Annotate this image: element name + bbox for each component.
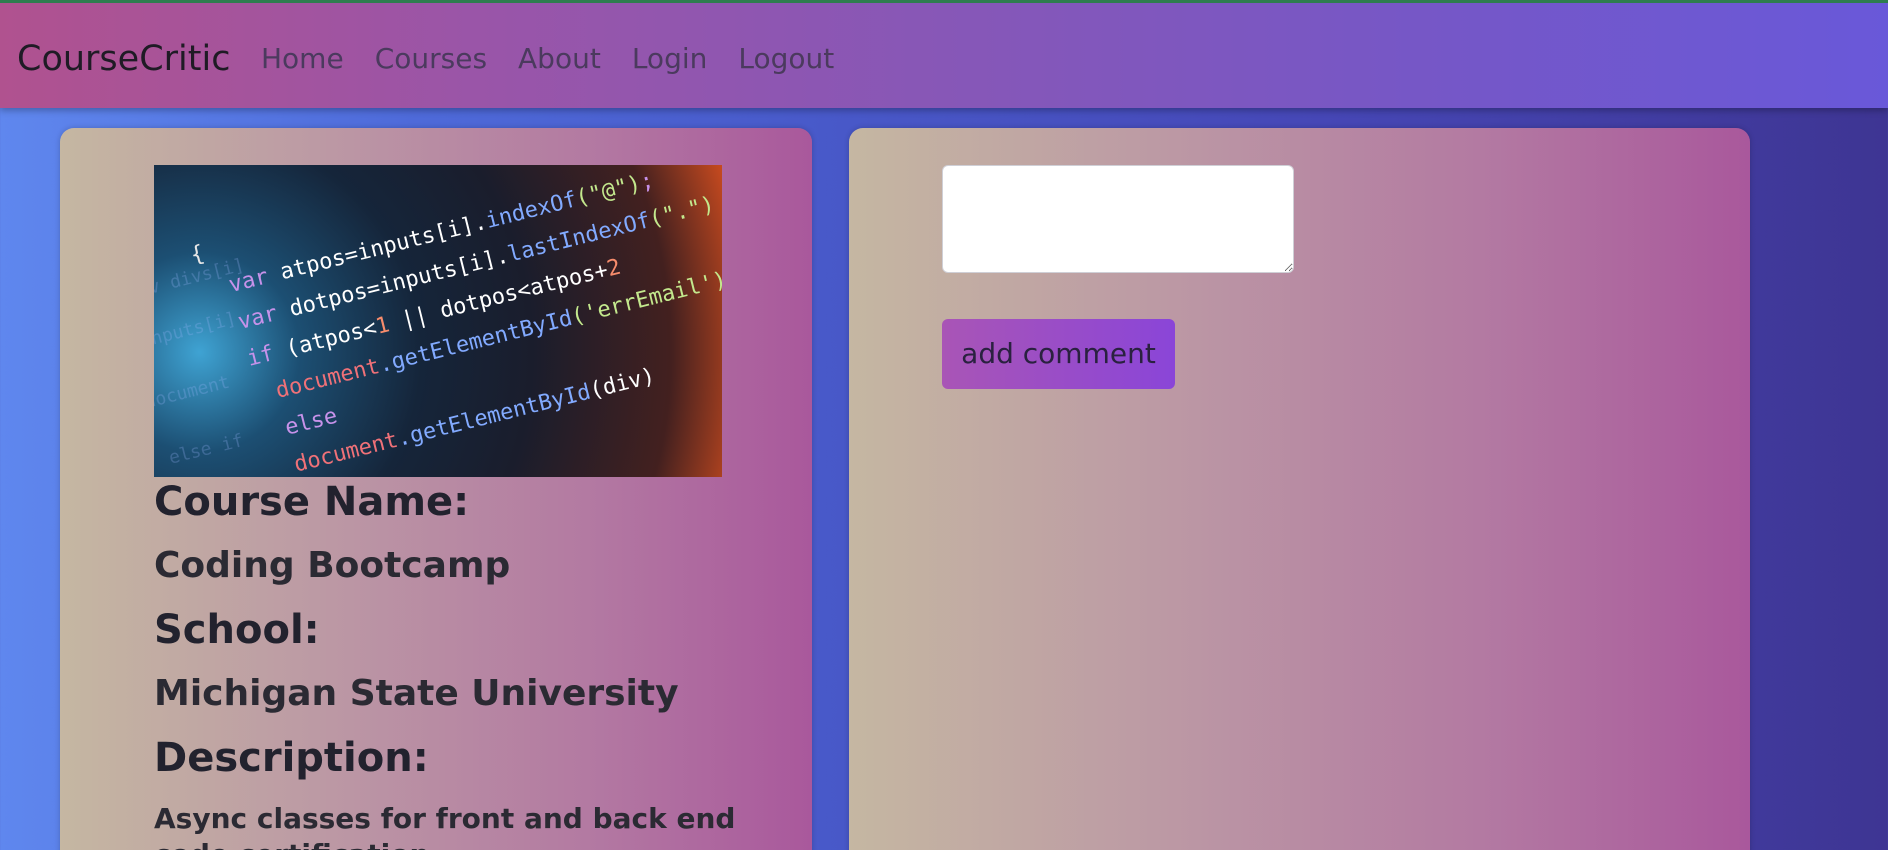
nav-link-home[interactable]: Home <box>261 41 344 77</box>
description-value: Async classes for front and back end cod… <box>154 802 736 850</box>
navbar: CourseCritic Home Courses About Login Lo… <box>0 0 1888 108</box>
svg-text:(inputs[i]: (inputs[i] <box>154 308 238 355</box>
nav-link-login[interactable]: Login <box>632 41 708 77</box>
comment-card: add comment <box>849 128 1750 850</box>
svg-text:document: document <box>154 372 232 413</box>
code-screenshot-image: { var atpos=inputs[i].indexOf("@"); var … <box>154 168 722 477</box>
nav-link-about[interactable]: About <box>518 41 601 77</box>
school-value: Michigan State University <box>154 673 679 714</box>
course-name-value: Coding Bootcamp <box>154 545 511 586</box>
nav-links: Home Courses About Login Logout <box>261 41 865 77</box>
comment-textarea[interactable] <box>942 165 1294 273</box>
nav-link-logout[interactable]: Logout <box>738 41 834 77</box>
nav-link-courses[interactable]: Courses <box>375 41 487 77</box>
brand-logo[interactable]: CourseCritic <box>17 39 230 79</box>
add-comment-button[interactable]: add comment <box>942 319 1175 389</box>
description-label: Description: <box>154 735 429 781</box>
course-name-label: Course Name: <box>154 479 470 525</box>
course-details-card: { var atpos=inputs[i].indexOf("@"); var … <box>60 128 812 850</box>
course-image: { var atpos=inputs[i].indexOf("@"); var … <box>154 165 722 477</box>
svg-text:else if: else if <box>167 430 246 469</box>
school-label: School: <box>154 607 320 653</box>
svg-text:else: else <box>282 404 339 441</box>
